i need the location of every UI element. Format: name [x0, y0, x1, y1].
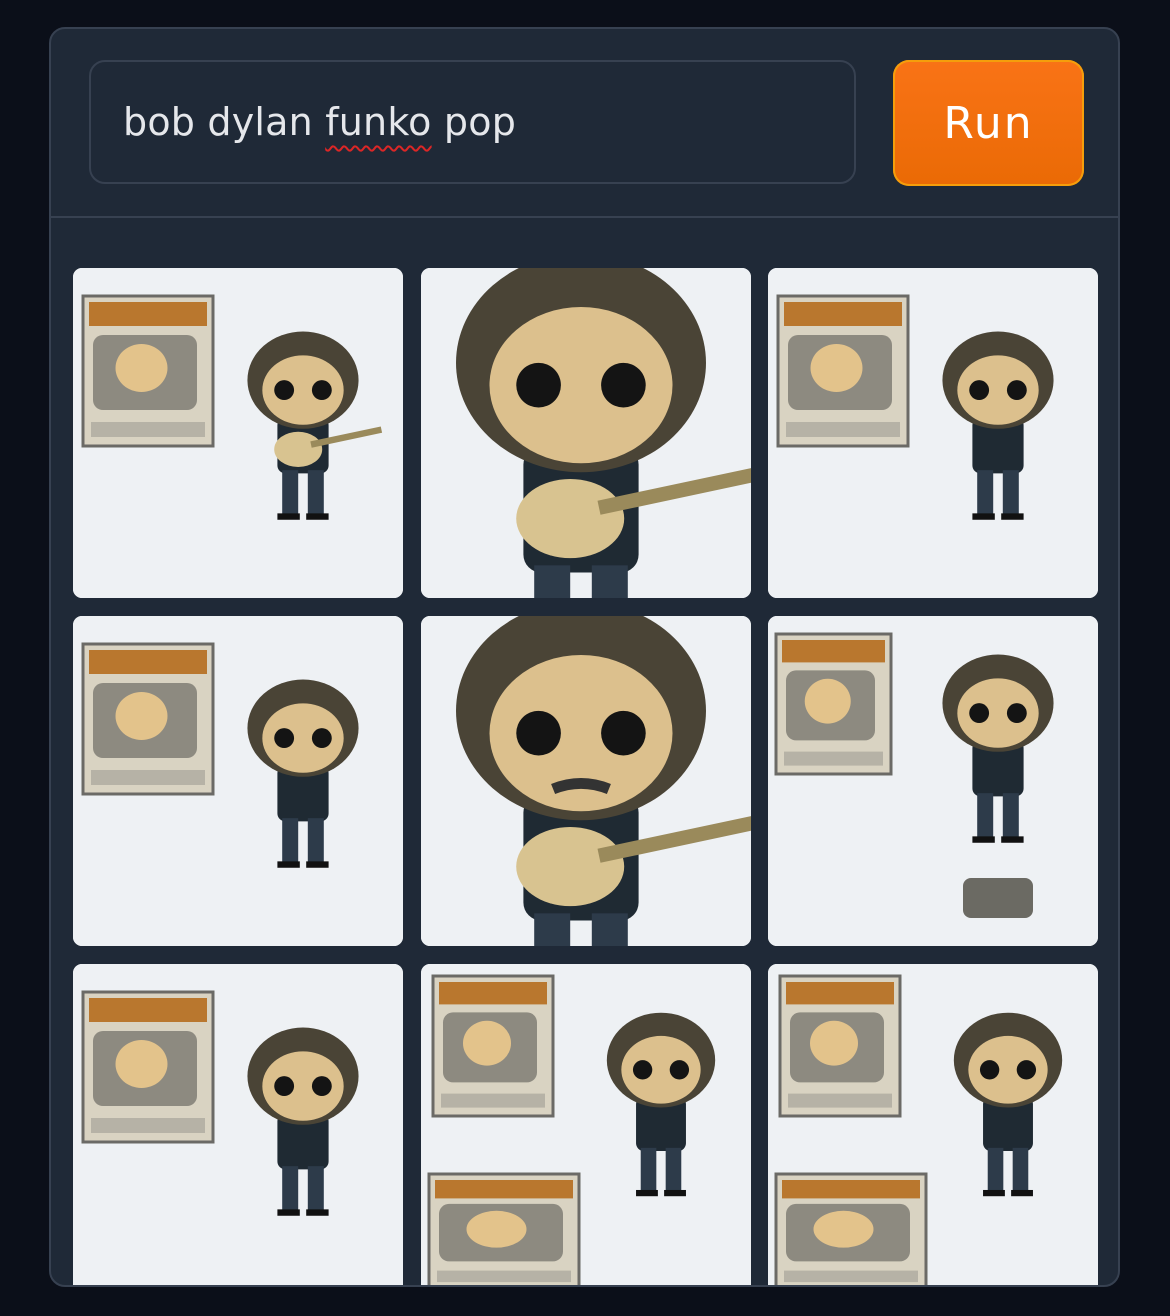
generated-image-2[interactable] — [421, 268, 751, 598]
generated-image-3[interactable] — [768, 268, 1098, 598]
generated-image-1[interactable] — [73, 268, 403, 598]
image-gallery — [51, 218, 1118, 1285]
generated-image-7[interactable] — [73, 964, 403, 1285]
prompt-text-misspelled: funko — [325, 100, 432, 144]
generated-image-8[interactable] — [421, 964, 751, 1285]
generator-panel: bob dylan funko pop Run — [49, 27, 1120, 1287]
generated-image-6[interactable] — [768, 616, 1098, 946]
generated-image-4[interactable] — [73, 616, 403, 946]
prompt-text-end: pop — [431, 100, 517, 144]
generated-image-9[interactable] — [768, 964, 1098, 1285]
prompt-input[interactable]: bob dylan funko pop — [89, 60, 856, 184]
prompt-text-start: bob dylan — [123, 100, 326, 144]
prompt-toolbar: bob dylan funko pop Run — [51, 29, 1118, 217]
generated-image-5[interactable] — [421, 616, 751, 946]
run-button[interactable]: Run — [893, 60, 1084, 186]
